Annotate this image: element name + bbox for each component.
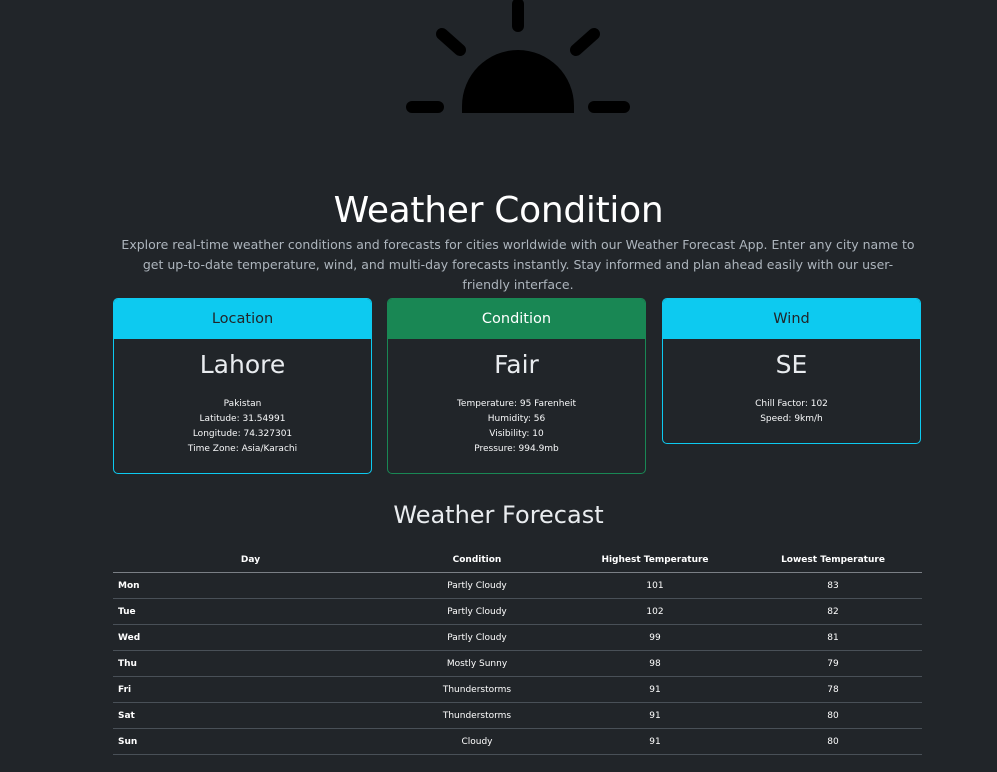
forecast-high: 99 bbox=[566, 624, 744, 651]
sunrise-icon bbox=[406, 0, 630, 113]
table-row: Thu Mostly Sunny 98 79 bbox=[113, 650, 922, 677]
forecast-table: Day Condition Highest Temperature Lowest… bbox=[113, 547, 922, 755]
timezone: Time Zone: Asia/Karachi bbox=[187, 444, 298, 454]
table-row: Wed Partly Cloudy 99 81 bbox=[113, 624, 922, 651]
pressure: Pressure: 994.9mb bbox=[474, 444, 559, 454]
forecast-day: Sun bbox=[113, 728, 388, 755]
wind-card: Wind SE Chill Factor: 102 Speed: 9km/h bbox=[662, 298, 921, 444]
location-card: Location Lahore Pakistan Latitude: 31.54… bbox=[113, 298, 372, 474]
table-row: Fri Thunderstorms 91 78 bbox=[113, 676, 922, 703]
country: Pakistan bbox=[223, 399, 262, 409]
city-name: Lahore bbox=[199, 350, 286, 379]
wind-direction: SE bbox=[775, 350, 808, 379]
table-row: Sun Cloudy 91 80 bbox=[113, 728, 922, 755]
column-header-low: Lowest Temperature bbox=[744, 547, 922, 573]
page-description: Explore real-time weather conditions and… bbox=[121, 237, 915, 292]
forecast-low: 80 bbox=[744, 728, 922, 755]
forecast-header-row: Day Condition Highest Temperature Lowest… bbox=[113, 547, 922, 573]
wind-card-header: Wind bbox=[663, 299, 920, 339]
page-title: Weather Condition bbox=[333, 190, 664, 231]
column-header-high: Highest Temperature bbox=[566, 547, 744, 573]
forecast-day: Fri bbox=[113, 676, 388, 703]
wind-details: Chill Factor: 102 Speed: 9km/h bbox=[663, 397, 920, 427]
longitude: Longitude: 74.327301 bbox=[192, 429, 293, 439]
visibility: Visibility: 10 bbox=[489, 429, 544, 439]
weather-page: Weather Condition Explore real-time weat… bbox=[0, 0, 997, 772]
condition-details: Temperature: 95 Farenheit Humidity: 56 V… bbox=[388, 397, 645, 457]
column-header-condition: Condition bbox=[388, 547, 566, 573]
forecast-condition: Thunderstorms bbox=[388, 676, 566, 703]
forecast-condition: Cloudy bbox=[388, 728, 566, 755]
wind-speed: Speed: 9km/h bbox=[760, 414, 823, 424]
location-card-header: Location bbox=[114, 299, 371, 339]
forecast-low: 78 bbox=[744, 676, 922, 703]
forecast-low: 83 bbox=[744, 572, 922, 599]
condition-card-header: Condition bbox=[388, 299, 645, 339]
forecast-day: Sat bbox=[113, 702, 388, 729]
table-row: Mon Partly Cloudy 101 83 bbox=[113, 572, 922, 599]
forecast-condition: Mostly Sunny bbox=[388, 650, 566, 677]
latitude: Latitude: 31.54991 bbox=[199, 414, 286, 424]
chill-factor: Chill Factor: 102 bbox=[755, 399, 828, 409]
forecast-low: 79 bbox=[744, 650, 922, 677]
table-row: Tue Partly Cloudy 102 82 bbox=[113, 598, 922, 625]
forecast-day: Thu bbox=[113, 650, 388, 677]
humidity: Humidity: 56 bbox=[487, 414, 546, 424]
forecast-condition: Partly Cloudy bbox=[388, 624, 566, 651]
condition-summary: Fair bbox=[494, 350, 539, 379]
forecast-low: 80 bbox=[744, 702, 922, 729]
forecast-day: Mon bbox=[113, 572, 388, 599]
forecast-low: 82 bbox=[744, 598, 922, 625]
forecast-title: Weather Forecast bbox=[393, 501, 604, 529]
column-header-day: Day bbox=[113, 547, 388, 573]
forecast-high: 98 bbox=[566, 650, 744, 677]
forecast-high: 91 bbox=[566, 676, 744, 703]
condition-card: Condition Fair Temperature: 95 Farenheit… bbox=[387, 298, 646, 474]
forecast-condition: Thunderstorms bbox=[388, 702, 566, 729]
forecast-day: Tue bbox=[113, 598, 388, 625]
forecast-low: 81 bbox=[744, 624, 922, 651]
forecast-high: 102 bbox=[566, 598, 744, 625]
forecast-day: Wed bbox=[113, 624, 388, 651]
forecast-condition: Partly Cloudy bbox=[388, 598, 566, 625]
forecast-condition: Partly Cloudy bbox=[388, 572, 566, 599]
forecast-high: 101 bbox=[566, 572, 744, 599]
location-details: Pakistan Latitude: 31.54991 Longitude: 7… bbox=[114, 397, 371, 457]
forecast-high: 91 bbox=[566, 702, 744, 729]
table-row: Sat Thunderstorms 91 80 bbox=[113, 702, 922, 729]
temperature: Temperature: 95 Farenheit bbox=[456, 399, 577, 409]
forecast-high: 91 bbox=[566, 728, 744, 755]
